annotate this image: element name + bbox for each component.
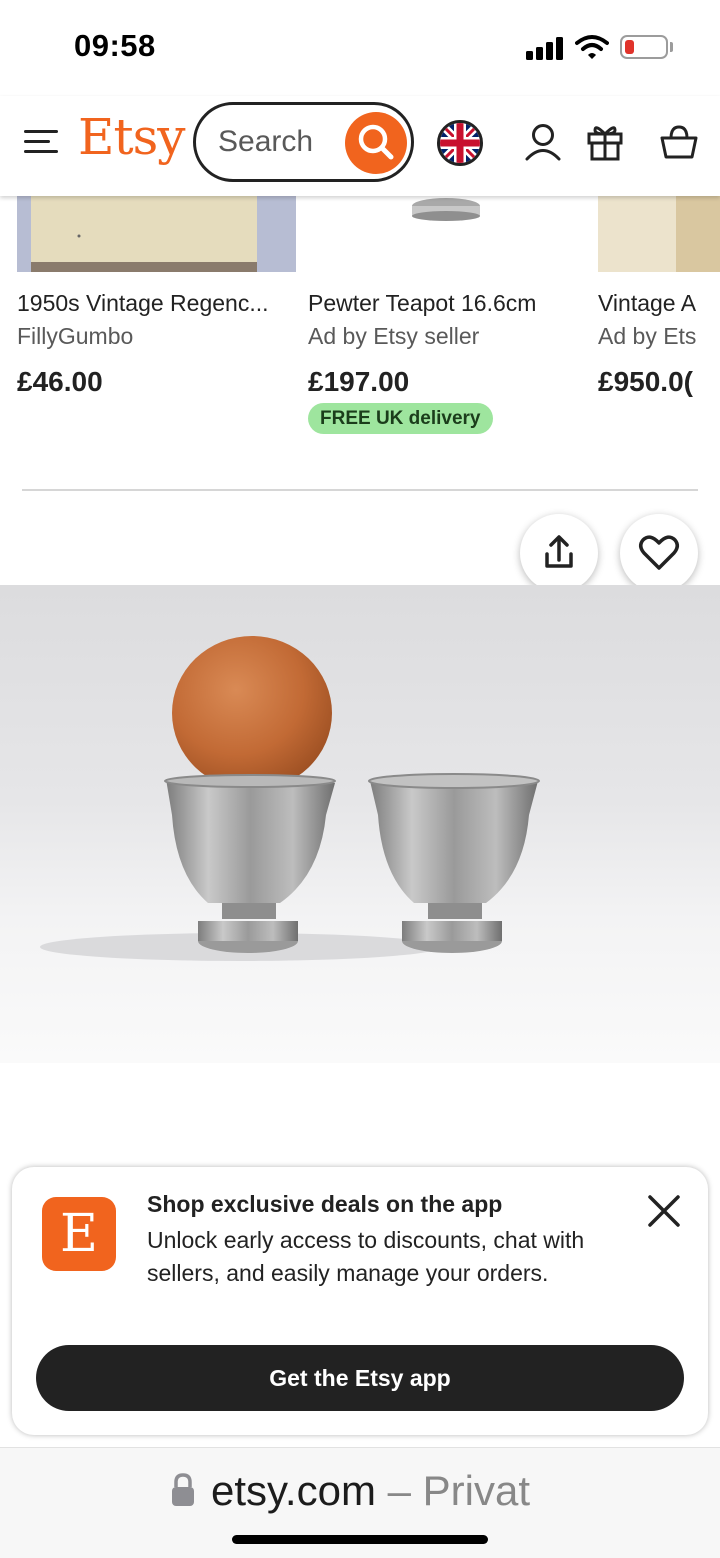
search-input[interactable] <box>218 123 338 161</box>
url-domain: etsy.com <box>211 1467 376 1514</box>
product-title[interactable]: Pewter Teapot 16.6cm <box>308 290 584 317</box>
product-image[interactable] <box>598 196 720 272</box>
share-icon <box>545 535 573 568</box>
promo-text: Unlock early access to discounts, chat w… <box>147 1227 585 1286</box>
product-seller: FillyGumbo <box>17 323 134 349</box>
home-indicator <box>232 1535 488 1544</box>
wifi-icon <box>575 35 609 59</box>
recommendations-carousel[interactable]: 1950s Vintage Regenc... FillyGumbo £46.0… <box>0 196 720 486</box>
etsy-app-logo: E <box>42 1197 116 1271</box>
search-button[interactable] <box>345 112 407 174</box>
cellular-signal-icon <box>526 36 564 60</box>
status-time: 09:58 <box>74 28 156 63</box>
site-header: Etsy <box>0 96 720 196</box>
product-price: £197.00 <box>308 366 410 397</box>
product-seller: Ad by Ets <box>598 323 697 349</box>
product-title[interactable]: Vintage A <box>598 290 720 317</box>
browser-address-bar[interactable]: etsy.com – Privat <box>0 1447 720 1558</box>
share-button[interactable] <box>520 514 598 592</box>
search-bar[interactable] <box>193 102 414 182</box>
heart-icon <box>639 535 679 570</box>
product-title[interactable]: 1950s Vintage Regenc... <box>17 290 298 317</box>
get-app-button[interactable]: Get the Etsy app <box>36 1345 684 1411</box>
product-image[interactable] <box>308 196 585 272</box>
listing-photo[interactable] <box>0 585 720 1063</box>
favorite-button[interactable] <box>620 514 698 592</box>
product-seller: Ad by Etsy seller <box>308 323 480 349</box>
product-price: £950.0( <box>598 366 693 397</box>
basket-icon[interactable] <box>659 122 699 162</box>
account-icon[interactable] <box>523 122 563 162</box>
lock-icon <box>172 1473 194 1506</box>
url-text[interactable]: etsy.com – Privat <box>211 1467 530 1515</box>
product-price: £46.00 <box>17 366 103 397</box>
battery-cap <box>670 42 673 52</box>
product-image[interactable] <box>17 196 296 272</box>
app-promo-banner: E Shop exclusive deals on the app Unlock… <box>12 1167 708 1435</box>
search-icon <box>358 124 394 160</box>
gift-icon[interactable] <box>585 122 625 162</box>
battery-low-icon <box>620 35 668 59</box>
status-bar: 09:58 <box>0 0 720 96</box>
menu-icon[interactable] <box>24 126 60 156</box>
etsy-logo[interactable]: Etsy <box>78 108 185 166</box>
free-delivery-badge: FREE UK delivery <box>308 403 493 434</box>
promo-title: Shop exclusive deals on the app <box>147 1191 503 1217</box>
section-divider <box>22 489 698 491</box>
egg-cups-photo <box>40 636 540 961</box>
url-suffix: – Privat <box>375 1467 530 1514</box>
uk-flag-icon[interactable] <box>437 120 483 166</box>
close-icon[interactable] <box>644 1191 684 1231</box>
